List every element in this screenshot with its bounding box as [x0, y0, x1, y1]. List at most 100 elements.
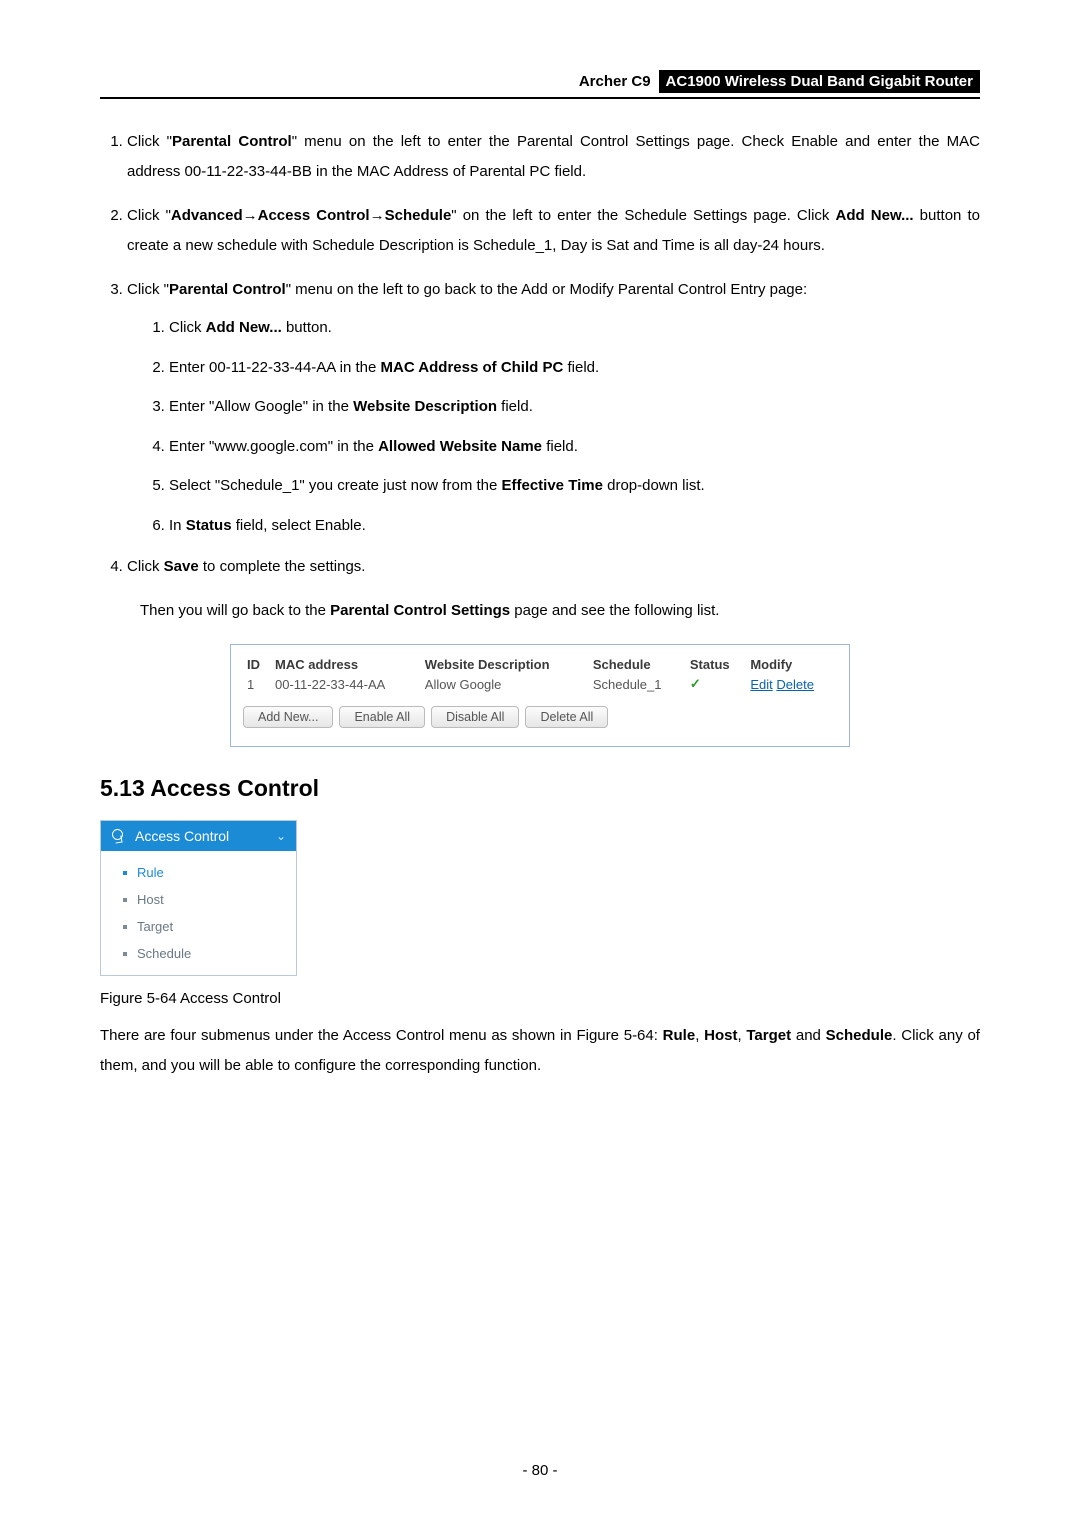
text: There are four submenus under the Access… — [100, 1027, 663, 1044]
menu-item-label: Rule — [137, 865, 164, 880]
text-bold: Add New... — [836, 207, 914, 224]
menu-item-label: Target — [137, 919, 173, 934]
substep-6: In Status field, select Enable. — [169, 513, 980, 539]
text-bold: Schedule — [826, 1027, 893, 1044]
text-bold: Host — [704, 1027, 737, 1044]
text-bold: Parental Control — [169, 281, 286, 298]
text-bold: Target — [746, 1027, 791, 1044]
col-desc: Website Description — [421, 655, 589, 674]
enable-all-button[interactable]: Enable All — [339, 706, 425, 728]
menu-item-rule[interactable]: Rule — [101, 859, 296, 886]
text-bold: Rule — [663, 1027, 696, 1044]
cell-modify: Edit Delete — [746, 674, 837, 694]
menu-item-schedule[interactable]: Schedule — [101, 940, 296, 967]
table-header-row: ID MAC address Website Description Sched… — [243, 655, 837, 674]
substep-5: Select "Schedule_1" you create just now … — [169, 473, 980, 499]
text: field. — [563, 359, 599, 376]
menu-body: Rule Host Target Schedule — [101, 851, 296, 975]
substep-list: Click Add New... button. Enter 00-11-22-… — [147, 315, 980, 538]
col-id: ID — [243, 655, 271, 674]
text: field. — [497, 398, 533, 415]
body-paragraph: There are four submenus under the Access… — [100, 1021, 980, 1081]
substep-1: Click Add New... button. — [169, 315, 980, 341]
add-new-button[interactable]: Add New... — [243, 706, 333, 728]
text: field. — [542, 438, 578, 455]
text-bold: Effective Time — [502, 477, 603, 494]
text-bold: Advanced — [171, 207, 243, 224]
header-title: AC1900 Wireless Dual Band Gigabit Router — [659, 70, 980, 93]
text: and — [791, 1027, 826, 1044]
delete-all-button[interactable]: Delete All — [525, 706, 608, 728]
figure-caption: Figure 5-64 Access Control — [100, 990, 980, 1007]
bullet-icon — [123, 925, 127, 929]
text-bold: Parental Control — [172, 133, 292, 150]
substep-2: Enter 00-11-22-33-44-AA in the MAC Addre… — [169, 355, 980, 381]
then-paragraph: Then you will go back to the Parental Co… — [140, 596, 980, 626]
text: field, select Enable. — [232, 517, 366, 534]
bullet-icon — [123, 952, 127, 956]
cell-sched: Schedule_1 — [589, 674, 686, 694]
table-row: 1 00-11-22-33-44-AA Allow Google Schedul… — [243, 674, 837, 694]
access-control-menu: Access Control ⌄ Rule Host Target Schedu… — [100, 820, 297, 976]
text: In — [169, 517, 186, 534]
col-mac: MAC address — [271, 655, 421, 674]
text-bold: Status — [186, 517, 232, 534]
col-status: Status — [686, 655, 746, 674]
text: " menu on the left to go back to the Add… — [286, 281, 807, 298]
text-bold: Parental Control Settings — [330, 602, 510, 619]
text: Enter "Allow Google" in the — [169, 398, 353, 415]
rules-table: ID MAC address Website Description Sched… — [243, 655, 837, 694]
step-3: Click "Parental Control" menu on the lef… — [127, 275, 980, 538]
text-bold: Add New... — [206, 319, 282, 336]
check-icon: ✓ — [690, 676, 701, 691]
text: Click " — [127, 207, 171, 224]
menu-header[interactable]: Access Control ⌄ — [101, 821, 296, 851]
text-bold: Allowed Website Name — [378, 438, 542, 455]
access-control-icon — [111, 829, 127, 843]
text: Click — [127, 558, 164, 575]
text-bold: Save — [164, 558, 199, 575]
cell-status: ✓ — [686, 674, 746, 694]
delete-link[interactable]: Delete — [776, 677, 814, 692]
page-number: - 80 - — [0, 1462, 1080, 1479]
bullet-icon — [123, 871, 127, 875]
col-modify: Modify — [746, 655, 837, 674]
text-bold: MAC Address of Child PC — [381, 359, 564, 376]
text: " on the left to enter the Schedule Sett… — [451, 207, 835, 224]
text-bold: Website Description — [353, 398, 497, 415]
step-4: Click Save to complete the settings. — [127, 552, 980, 582]
instruction-list: Click "Parental Control" menu on the lef… — [105, 127, 980, 582]
cell-mac: 00-11-22-33-44-AA — [271, 674, 421, 694]
text: Click " — [127, 133, 172, 150]
text: Then you will go back to the — [140, 602, 330, 619]
text: Click " — [127, 281, 169, 298]
edit-link[interactable]: Edit — [750, 677, 772, 692]
substep-4: Enter "www.google.com" in the Allowed We… — [169, 434, 980, 460]
text: Click — [169, 319, 206, 336]
substep-3: Enter "Allow Google" in the Website Desc… — [169, 394, 980, 420]
arrow-icon: → — [243, 207, 258, 224]
col-sched: Schedule — [589, 655, 686, 674]
text: Select "Schedule_1" you create just now … — [169, 477, 502, 494]
menu-title: Access Control — [135, 828, 229, 844]
cell-id: 1 — [243, 674, 271, 694]
text-bold: Access Control — [258, 207, 370, 224]
text: to complete the settings. — [199, 558, 366, 575]
text: Enter "www.google.com" in the — [169, 438, 378, 455]
step-2: Click "Advanced→Access Control→Schedule"… — [127, 201, 980, 261]
menu-item-label: Schedule — [137, 946, 191, 961]
chevron-down-icon: ⌄ — [276, 829, 286, 843]
text: page and see the following list. — [510, 602, 719, 619]
text: , — [695, 1027, 704, 1044]
bullet-icon — [123, 898, 127, 902]
menu-item-host[interactable]: Host — [101, 886, 296, 913]
text: button. — [282, 319, 332, 336]
step-1: Click "Parental Control" menu on the lef… — [127, 127, 980, 187]
text-bold: Schedule — [385, 207, 452, 224]
table-button-row: Add New... Enable All Disable All Delete… — [243, 706, 837, 728]
disable-all-button[interactable]: Disable All — [431, 706, 519, 728]
text: drop-down list. — [603, 477, 705, 494]
document-header: Archer C9 AC1900 Wireless Dual Band Giga… — [100, 70, 980, 99]
cell-desc: Allow Google — [421, 674, 589, 694]
menu-item-target[interactable]: Target — [101, 913, 296, 940]
